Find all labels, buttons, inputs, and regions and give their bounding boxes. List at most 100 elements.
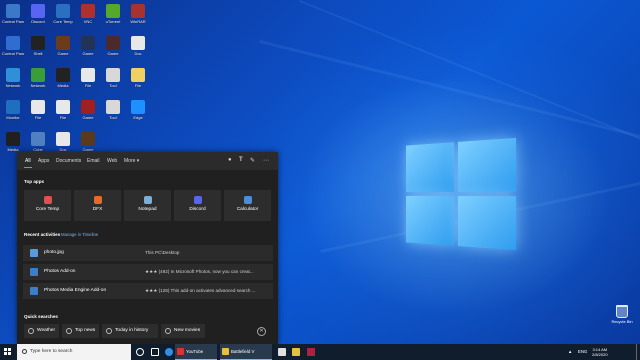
desktop-icon[interactable]: uTorrent: [102, 4, 124, 24]
desktop-icon[interactable]: Control Panel: [2, 4, 24, 24]
app-icon: [6, 36, 20, 50]
top-app-tile[interactable]: DFX: [74, 190, 121, 221]
desktop-icon-label: Game: [82, 115, 94, 120]
desktop-icon-label: Control Panel: [2, 51, 24, 56]
app-icon: [81, 36, 95, 50]
app-icon: [81, 68, 95, 82]
quick-search-label: Weather: [37, 328, 56, 333]
desktop-icon[interactable]: File: [77, 68, 99, 88]
desktop-icon[interactable]: Game: [102, 36, 124, 56]
desktop-icon[interactable]: File: [127, 68, 149, 88]
desktop-icon[interactable]: WinRAR: [127, 4, 149, 24]
trophy-icon[interactable]: T: [239, 157, 243, 163]
taskbar-item-label: YouTube: [186, 349, 204, 354]
recent-activity-detail: ★★★ (492) In Microsoft Photos, now you c…: [145, 269, 254, 274]
file-icon: [30, 268, 38, 276]
cortana-icon[interactable]: [136, 348, 144, 356]
recent-activity-row[interactable]: Photos Add-on ★★★ (492) In Microsoft Phot…: [23, 264, 273, 280]
desktop-icon-label: Media: [57, 83, 69, 88]
tab-more[interactable]: More ▾: [124, 158, 139, 164]
desktop-icon[interactable]: Discord: [27, 4, 49, 24]
quick-search-chip[interactable]: Weather: [24, 324, 59, 338]
recent-activity-detail: This PC\Desktop: [145, 250, 180, 255]
app-icon: [81, 132, 95, 146]
show-desktop-button[interactable]: [636, 344, 637, 360]
top-app-name: Calculator: [236, 207, 259, 212]
quick-search-chip[interactable]: Today in history: [102, 324, 158, 338]
close-quick-searches-button[interactable]: ✕: [257, 327, 266, 336]
app-icon: [106, 36, 120, 50]
folder-icon: [222, 348, 229, 355]
manage-timeline-link[interactable]: Manage in Timeline: [61, 232, 98, 237]
more-options-icon[interactable]: ⋯: [263, 157, 269, 164]
desktop-icon[interactable]: Shell: [27, 36, 49, 56]
desktop-icon[interactable]: Network: [27, 68, 49, 88]
desktop-icon-label: Edge: [133, 115, 143, 120]
recent-activity-row[interactable]: Photos Media Engine Add-on ★★★ (128) This…: [23, 283, 273, 299]
recycle-bin[interactable]: Recycle Bin: [611, 305, 633, 324]
desktop-icon[interactable]: Game: [77, 132, 99, 152]
desktop-icon[interactable]: Game: [77, 36, 99, 56]
language-indicator[interactable]: ENG: [578, 344, 587, 360]
search-placeholder: Type here to search: [30, 349, 73, 354]
quick-search-chip[interactable]: Top news: [62, 324, 99, 338]
app-icon: [56, 36, 70, 50]
store-icon[interactable]: [278, 348, 286, 356]
network-icon[interactable]: ▲: [568, 344, 572, 360]
recent-activity-row[interactable]: photo.jpg This PC\Desktop: [23, 245, 273, 261]
person-icon[interactable]: ●: [228, 157, 232, 163]
tab-documents[interactable]: Documents: [56, 158, 81, 164]
desktop-icon[interactable]: Network: [2, 68, 24, 88]
quick-search-label: Today in history: [115, 328, 149, 333]
windows-logo: [406, 137, 517, 251]
chevron-down-icon: ▾: [136, 158, 140, 164]
desktop-icon-label: Monitor: [6, 115, 20, 120]
tab-apps[interactable]: Apps: [38, 158, 49, 164]
desktop-icon[interactable]: Game: [77, 100, 99, 120]
desktop-icon[interactable]: Doc: [52, 132, 74, 152]
desktop-icon[interactable]: Doc: [127, 36, 149, 56]
desktop-icon-label: Discord: [31, 19, 45, 24]
desktop-icon[interactable]: Tool: [102, 100, 124, 120]
top-app-tile[interactable]: Calculator: [224, 190, 271, 221]
taskbar-search-box[interactable]: Type here to search: [17, 344, 131, 360]
desktop-icon[interactable]: Control Panel: [2, 36, 24, 56]
top-app-tile[interactable]: Core Temp: [24, 190, 71, 221]
tab-email[interactable]: Email: [87, 158, 100, 164]
desktop-icon[interactable]: Edge: [127, 100, 149, 120]
quick-search-label: Top news: [75, 328, 96, 333]
recent-activity-name: Photos Add-on: [44, 269, 76, 274]
start-button[interactable]: [0, 344, 16, 360]
file-explorer-icon[interactable]: [292, 348, 300, 356]
feedback-icon[interactable]: ✎: [250, 157, 255, 164]
top-app-tile[interactable]: Notepad: [124, 190, 171, 221]
desktop-icon[interactable]: Media: [52, 68, 74, 88]
taskbar-item-youtube[interactable]: YouTube: [175, 344, 217, 360]
app-icon[interactable]: [307, 348, 315, 356]
desktop-icon[interactable]: Media: [2, 132, 24, 152]
desktop-icon[interactable]: File: [27, 100, 49, 120]
desktop-icon-label: File: [134, 83, 142, 88]
app-icon: [31, 132, 45, 146]
recent-activity-name: photo.jpg: [44, 250, 64, 255]
desktop-icon[interactable]: Cube: [27, 132, 49, 152]
task-view-icon[interactable]: [151, 348, 159, 356]
taskbar-item-battlefield[interactable]: Battlefield V: [220, 344, 272, 360]
recent-activity-detail: ★★★ (128) This add-on activates advanced…: [145, 288, 256, 293]
top-app-tile[interactable]: Discord: [174, 190, 221, 221]
desktop-icon[interactable]: File: [52, 100, 74, 120]
clock[interactable]: 3:14 AM 2/8/2020: [592, 347, 608, 357]
desktop-icon[interactable]: Game: [52, 36, 74, 56]
desktop-icon[interactable]: Core Temp: [52, 4, 74, 24]
edge-taskbar-icon[interactable]: [165, 348, 173, 356]
desktop-icon[interactable]: Monitor: [2, 100, 24, 120]
windows-start-icon: [4, 348, 7, 351]
desktop-icon[interactable]: VNC: [77, 4, 99, 24]
tab-web[interactable]: Web: [107, 158, 117, 164]
desktop-icon[interactable]: Tool: [102, 68, 124, 88]
app-icon: [81, 100, 95, 114]
quick-searches-title: Quick searches: [24, 314, 58, 319]
quick-search-chip[interactable]: New movies: [161, 324, 205, 338]
quick-search-icon: [106, 328, 112, 334]
tab-all[interactable]: All: [25, 158, 31, 164]
